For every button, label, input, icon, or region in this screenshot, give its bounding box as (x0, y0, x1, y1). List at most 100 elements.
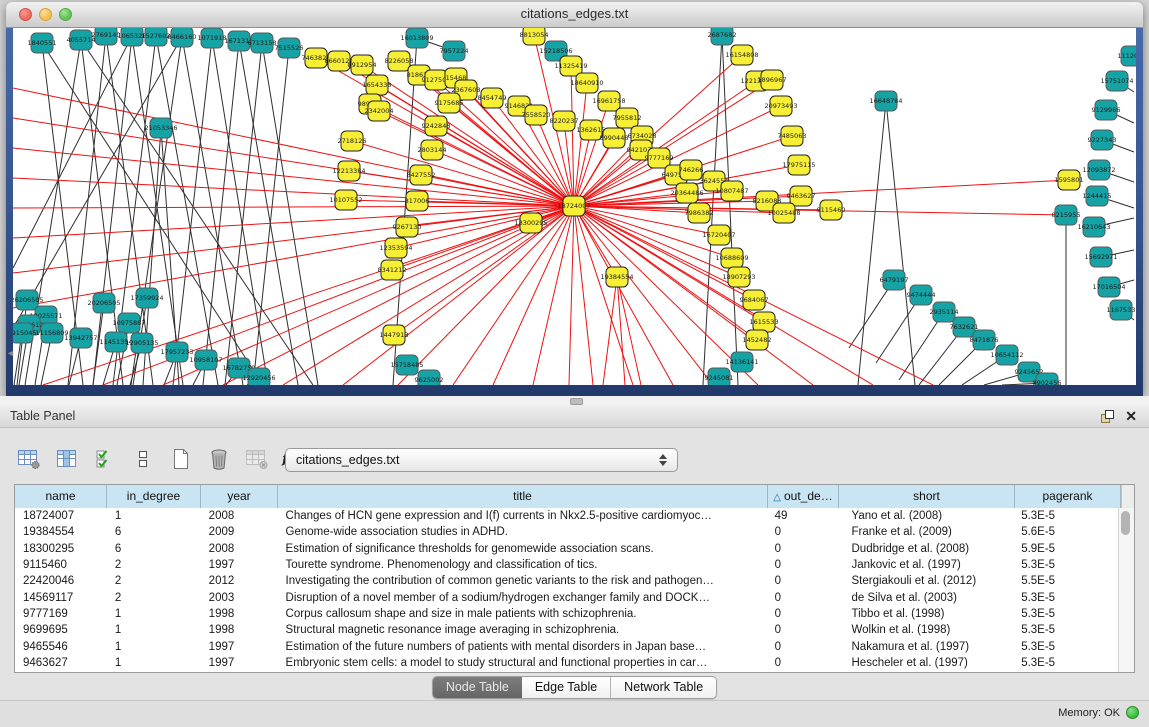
graph-nodes: 1840551405571427691401065328152760284661… (13, 28, 1136, 385)
red-edges (13, 35, 1069, 385)
table-header-row: namein_degreeyeartitle△out_de…shortpager… (15, 485, 1134, 509)
cell-out_de: 0 (767, 641, 838, 653)
scrollbar-thumb[interactable] (1121, 511, 1130, 535)
graph-node-label: 18640910 (570, 79, 603, 87)
graph-node-label: 16210643 (1077, 223, 1110, 231)
cell-name: 9115460 (15, 559, 107, 571)
graph-node-label: 7957224 (440, 47, 469, 55)
window-titlebar[interactable]: citations_edges.txt (6, 2, 1143, 28)
table-row[interactable]: 1872400712008Changes of HCN gene express… (15, 508, 1119, 524)
splitter-handle[interactable] (570, 398, 583, 405)
graph-node-label: 10807487 (715, 187, 748, 195)
select-all-icon[interactable] (92, 446, 118, 472)
graph-node-label: 817006 (405, 197, 430, 205)
tab-edge-table[interactable]: Edge Table (522, 677, 610, 698)
table-panel-title: Table Panel (10, 409, 75, 423)
tab-network-table[interactable]: Network Table (610, 677, 716, 698)
graph-node-label: 8220237 (550, 117, 579, 125)
cell-name: 18724007 (15, 510, 107, 522)
import-table-icon (244, 446, 270, 472)
column-header-out_de[interactable]: △out_de… (768, 485, 839, 508)
cell-short: Yano et al. (2008) (838, 510, 1014, 522)
table-body: 1872400712008Changes of HCN gene express… (15, 508, 1119, 672)
table-row[interactable]: 969969511998Structural magnetic resonanc… (15, 622, 1119, 638)
cell-in_degree: 2 (107, 575, 201, 587)
memory-indicator[interactable]: Memory: OK (1058, 706, 1139, 719)
graph-node-label: 10025488 (767, 209, 800, 217)
cell-in_degree: 1 (107, 624, 201, 636)
window-title: citations_edges.txt (6, 6, 1143, 21)
cell-title: Structural magnetic resonance image aver… (278, 624, 767, 636)
graph-node-label: 1112045 (1118, 52, 1136, 60)
cell-pagerank: 5.3E-5 (1013, 624, 1119, 636)
table-panel: Table Panel ✕ (0, 405, 1149, 727)
table-row[interactable]: 1456911722003Disruption of a novel membe… (15, 589, 1119, 605)
network-canvas[interactable]: 1840551405571427691401065328152760284661… (13, 28, 1136, 385)
rows-icon[interactable] (130, 446, 156, 472)
cell-in_degree: 1 (107, 510, 201, 522)
graph-node-label: 15718485 (390, 361, 423, 369)
dropdown-stepper-icon (653, 454, 677, 466)
cell-out_de: 0 (767, 657, 838, 669)
table-options-icon[interactable] (16, 446, 42, 472)
graph-node-label: 8427552 (407, 171, 436, 179)
table-row[interactable]: 1938455462009Genome-wide association stu… (15, 524, 1119, 540)
graph-node-label: 16648784 (869, 97, 902, 105)
graph-node-label: 8902456 (1033, 379, 1062, 385)
cell-year: 1998 (201, 608, 278, 620)
cell-out_de: 0 (767, 575, 838, 587)
graph-node-label: 1654338 (363, 81, 392, 89)
graph-node-label: 15751074 (1100, 77, 1133, 85)
column-header-name[interactable]: name (15, 485, 107, 508)
column-header-in_degree[interactable]: in_degree (107, 485, 201, 508)
graph-node-label: 1071918 (198, 34, 227, 42)
column-header-title[interactable]: title (278, 485, 768, 508)
show-columns-icon[interactable] (54, 446, 80, 472)
table-row[interactable]: 946362711997Embryonic stem cells: a mode… (15, 655, 1119, 671)
cell-short: Tibbo et al. (1998) (838, 608, 1014, 620)
graph-node-label: 10958107 (189, 356, 222, 364)
cell-name: 9777169 (15, 608, 107, 620)
cell-out_de: 0 (767, 543, 838, 555)
table-row[interactable]: 977716911998Corpus callosum shape and si… (15, 606, 1119, 622)
graph-node-label: 7986382 (685, 209, 714, 217)
graph-node-label: 8226058 (385, 57, 414, 65)
column-header-pagerank[interactable]: pagerank (1015, 485, 1121, 508)
panel-splitter[interactable] (0, 396, 1149, 405)
column-header-short[interactable]: short (839, 485, 1015, 508)
graph-node-label: 1615533 (750, 318, 779, 326)
close-panel-icon[interactable]: ✕ (1125, 408, 1137, 424)
graph-node-label: 10654112 (990, 351, 1023, 359)
tab-node-table[interactable]: Node Table (433, 677, 522, 698)
new-table-icon[interactable] (168, 446, 194, 472)
table-type-tabbar: Node TableEdge TableNetwork Table (0, 676, 1149, 698)
table-row[interactable]: 911546021997Tourette syndrome. Phenomeno… (15, 557, 1119, 573)
table-selector-dropdown[interactable]: citations_edges.txt (285, 448, 678, 472)
graph-node-label: 14136141 (725, 358, 758, 366)
table-row[interactable]: 946554611997Estimation of the future num… (15, 638, 1119, 654)
cell-title: Embryonic stem cells: a model to study s… (278, 657, 767, 669)
float-panel-icon[interactable] (1100, 409, 1115, 424)
table-row[interactable]: 2242004622012Investigating the contribut… (15, 573, 1119, 589)
graph-node-label: 8915045 (13, 329, 36, 337)
graph-node-label: 9625002 (415, 376, 444, 384)
vertical-scrollbar[interactable] (1118, 508, 1134, 672)
graph-node-label: 7485063 (778, 132, 807, 140)
node-table: namein_degreeyeartitle△out_de…shortpager… (14, 484, 1135, 673)
graph-node-label: 13942757 (64, 334, 97, 342)
table-row[interactable]: 1830029562008Estimation of significance … (15, 541, 1119, 557)
graph-node-label: 2687682 (708, 31, 737, 39)
graph-node-label: 16961758 (592, 97, 625, 105)
network-view-window: citations_edges.txt 18405514055714276914… (6, 2, 1143, 396)
graph-node-label: 9245081 (705, 374, 734, 382)
cell-name: 9699695 (15, 624, 107, 636)
cell-year: 2012 (201, 575, 278, 587)
graph-node-label: 2769140 (92, 31, 121, 39)
column-header-year[interactable]: year (201, 485, 278, 508)
graph-node-label: 6713158 (248, 39, 277, 47)
cell-out_de: 0 (767, 592, 838, 604)
collapse-panel-arrow-icon[interactable]: ◄ (6, 347, 13, 359)
memory-label: Memory: OK (1058, 707, 1120, 719)
graph-node-label: 2803144 (418, 146, 447, 154)
delete-icon[interactable] (206, 446, 232, 472)
